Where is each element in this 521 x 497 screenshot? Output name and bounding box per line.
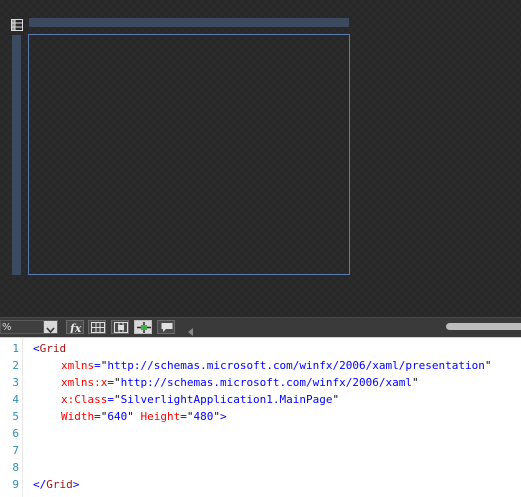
xml-equals: = [94,359,101,372]
design-surface[interactable] [0,0,521,317]
xml-equals: = [94,410,101,423]
xml-attribute-name: x:Class [61,393,108,406]
grid-icon [91,322,105,333]
code-line-1[interactable]: <Grid [33,340,66,357]
line-number: 1 [12,342,19,355]
xml-element-name: Grid [39,342,67,355]
column-definition-ruler[interactable] [29,18,349,27]
snaplines-icon [137,322,151,333]
xml-bracket: < [33,342,40,355]
xml-quote: " [127,410,134,423]
xml-element-name: Grid [46,478,73,491]
snaplines-button[interactable] [134,320,152,334]
annotation-button[interactable] [157,320,175,334]
zoom-dropdown-button[interactable] [43,321,57,334]
line-number: 8 [12,461,19,474]
code-line-2[interactable]: xmlns= "http://schemas.microsoft.com/winf… [61,357,492,374]
code-line-9[interactable]: </Grid> [33,476,79,493]
line-number: 2 [12,359,19,372]
line-number-gutter: 1 2 3 4 5 6 7 8 9 [0,338,23,497]
line-number: 5 [12,410,19,423]
line-number: 7 [12,444,19,457]
formula-button[interactable]: fx [66,320,84,334]
zoom-combobox[interactable]: % [0,320,58,334]
xml-quote: " [113,393,121,406]
zoom-value: % [2,322,12,333]
xml-equals: = [107,376,114,389]
xml-attribute-name: Width [61,410,95,423]
code-line-3[interactable]: xmlns:x="http://schemas.microsoft.com/wi… [61,374,419,391]
xml-quote: " [332,393,340,406]
xaml-code-editor[interactable]: 1 2 3 4 5 6 7 8 9 <Grid xmlns="http://sc… [0,337,521,497]
row-definition-ruler[interactable] [12,35,21,275]
line-number: 6 [12,427,19,440]
artboard-grid[interactable] [28,34,350,275]
show-grid-button[interactable] [88,320,106,334]
grid-layout-icon[interactable] [11,16,23,31]
xml-quote: " [113,376,121,389]
horizontal-scrollbar-thumb[interactable] [446,323,521,330]
designer-toolbar: % fx [0,317,521,337]
annotation-icon [161,323,173,332]
chevron-down-icon [46,327,55,334]
xml-attribute-value: 640 [107,410,128,423]
snap-to-grid-button[interactable] [111,320,129,334]
xml-quote: " [484,359,492,372]
xml-equals: = [180,410,187,423]
xml-attribute-value: http://schemas.microsoft.com/winfx/2006/… [107,359,485,372]
xml-bracket: > [220,410,227,423]
svg-text:fx: fx [69,322,82,333]
xml-equals: = [107,393,114,406]
xml-quote: " [186,410,194,423]
line-number: 9 [12,478,19,491]
xml-quote: " [412,376,419,389]
formula-icon: fx [69,322,82,333]
line-number: 3 [12,376,19,389]
code-line-4[interactable]: x:Class="SilverlightApplication1.MainPag… [61,391,339,408]
xml-attribute-name: Height [140,410,181,423]
line-number: 4 [12,393,19,406]
xml-attribute-name: xmlns [61,359,95,372]
code-line-5[interactable]: Width="640" Height="480"> [61,408,227,425]
xml-attribute-value: SilverlightApplication1.MainPage [120,393,333,406]
scroll-left-arrow-icon[interactable] [186,322,194,336]
xml-attribute-value: http://schemas.microsoft.com/winfx/2006/… [120,376,413,389]
snap-to-grid-icon [114,322,128,333]
xml-bracket: </ [33,478,47,491]
xml-bracket: > [72,478,80,491]
xml-attribute-name: xmlns:x [61,376,108,389]
xml-quote: " [213,410,220,423]
xml-attribute-value: 480 [193,410,214,423]
